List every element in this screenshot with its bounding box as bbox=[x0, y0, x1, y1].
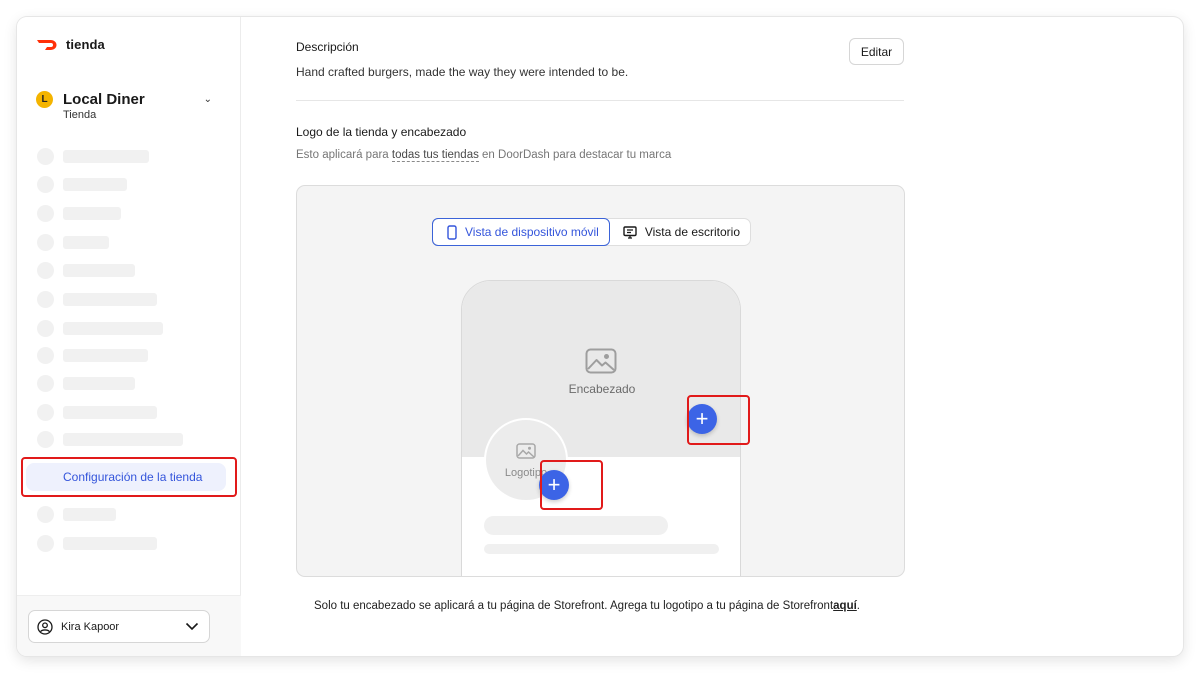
image-icon bbox=[585, 348, 617, 374]
sidebar: tienda L Local Diner ⌄ Tienda Configurac… bbox=[17, 17, 241, 656]
phone-mockup: Encabezado Logotipo + + bbox=[461, 280, 741, 576]
sidebar-footer: Kira Kapoor bbox=[17, 595, 241, 656]
tab-desktop-view[interactable]: Vista de escritorio bbox=[609, 219, 750, 245]
help-text: en DoorDash para destacar tu marca bbox=[478, 149, 672, 161]
sidebar-item-placeholder bbox=[37, 346, 148, 364]
sidebar-item-store-settings[interactable]: Configuración de la tienda bbox=[26, 463, 226, 491]
sidebar-item-placeholder bbox=[37, 233, 109, 251]
sidebar-item-placeholder bbox=[37, 261, 135, 279]
help-text: Esto aplicará para bbox=[296, 149, 392, 161]
chevron-down-icon: ⌄ bbox=[203, 94, 212, 105]
sidebar-item-placeholder bbox=[37, 534, 157, 552]
sidebar-item-placeholder bbox=[37, 204, 121, 222]
add-logo-button[interactable]: + bbox=[539, 470, 569, 500]
view-toggle: Vista de dispositivo móvil Vista de escr… bbox=[432, 218, 751, 246]
tab-mobile-view[interactable]: Vista de dispositivo móvil bbox=[432, 218, 610, 246]
tab-label: Vista de dispositivo móvil bbox=[465, 225, 599, 239]
description-label: Descripción bbox=[296, 40, 359, 54]
store-avatar: L bbox=[36, 91, 53, 108]
store-switcher[interactable]: L Local Diner ⌄ Tienda bbox=[36, 91, 216, 121]
image-icon bbox=[516, 443, 536, 459]
main-content: Descripción Hand crafted burgers, made t… bbox=[242, 17, 1183, 656]
tab-label: Vista de escritorio bbox=[644, 225, 740, 239]
store-type: Tienda bbox=[63, 109, 97, 121]
brand-name: tienda bbox=[66, 37, 105, 52]
sidebar-item-label: Configuración de la tienda bbox=[63, 470, 203, 484]
note-text: . bbox=[856, 600, 860, 612]
desktop-icon bbox=[623, 225, 637, 239]
sidebar-item-placeholder bbox=[37, 290, 157, 308]
logo-section-help: Esto aplicará para todas tus tiendas en … bbox=[296, 149, 672, 162]
user-name: Kira Kapoor bbox=[61, 620, 120, 633]
header-label: Encabezado bbox=[568, 382, 636, 396]
storefront-preview: Vista de dispositivo móvil Vista de escr… bbox=[296, 185, 905, 577]
user-menu-button[interactable]: Kira Kapoor bbox=[28, 610, 210, 643]
user-icon bbox=[37, 618, 53, 635]
storefront-note: Solo tu encabezado se aplicará a tu pági… bbox=[314, 600, 860, 612]
note-text: Solo tu encabezado se aplicará a tu pági… bbox=[314, 600, 834, 612]
sidebar-item-placeholder bbox=[37, 505, 116, 523]
sidebar-item-placeholder bbox=[37, 175, 127, 193]
divider bbox=[296, 100, 904, 101]
edit-button[interactable]: Editar bbox=[849, 38, 904, 65]
sidebar-item-placeholder bbox=[37, 374, 135, 392]
sidebar-item-placeholder bbox=[37, 430, 183, 448]
storefront-link[interactable]: aquí bbox=[833, 600, 857, 612]
text-placeholder bbox=[484, 544, 719, 554]
text-placeholder bbox=[484, 516, 668, 535]
doordash-logo-icon bbox=[37, 39, 57, 50]
sidebar-item-placeholder bbox=[37, 319, 163, 337]
brand[interactable]: tienda bbox=[36, 37, 105, 52]
store-name: Local Diner bbox=[63, 91, 145, 108]
logo-section-title: Logo de la tienda y encabezado bbox=[296, 125, 467, 139]
sidebar-item-placeholder bbox=[37, 147, 149, 165]
add-header-button[interactable]: + bbox=[687, 404, 717, 434]
sidebar-item-placeholder bbox=[37, 403, 157, 421]
chevron-down-icon bbox=[185, 622, 199, 631]
mobile-icon bbox=[447, 224, 457, 240]
all-stores-link[interactable]: todas tus tiendas bbox=[391, 149, 479, 162]
description-text: Hand crafted burgers, made the way they … bbox=[296, 65, 629, 79]
app-window: tienda L Local Diner ⌄ Tienda Configurac… bbox=[17, 17, 1183, 656]
